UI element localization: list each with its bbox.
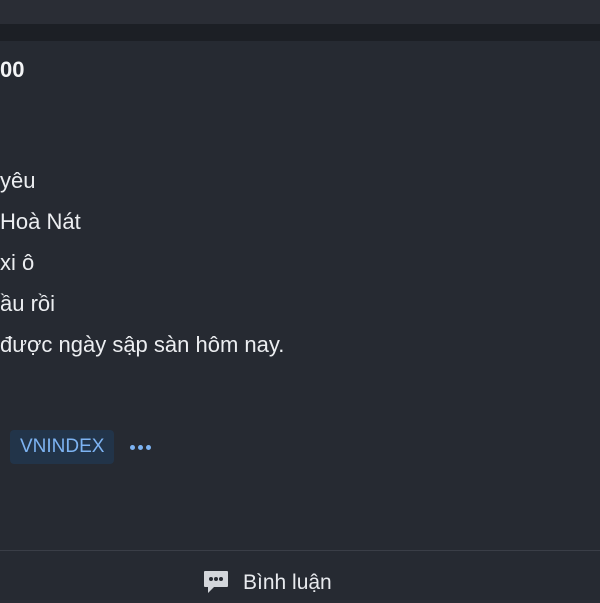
post-line: xi ô — [0, 250, 35, 275]
top-bar — [0, 0, 600, 24]
post-title: 00 — [0, 57, 25, 82]
tag-vnindex[interactable]: VNINDEX — [10, 430, 115, 464]
post-line: được ngày sập sàn hôm nay. — [0, 332, 285, 357]
more-tags-button[interactable] — [130, 430, 152, 464]
header-strip — [0, 24, 600, 41]
action-divider — [0, 550, 600, 551]
post-line: ầu rồi — [0, 291, 56, 316]
post-line: yêu — [0, 168, 36, 193]
ellipsis-icon — [130, 444, 152, 450]
post-line: Hoà Nát — [0, 209, 81, 234]
comment-label: Bình luận — [243, 571, 332, 594]
post-body: yêu Hoà Nát xi ô ầu rồi được ngày sập sà… — [0, 160, 284, 365]
comment-button[interactable]: Bình luận — [203, 568, 332, 598]
comment-bubble-icon — [203, 568, 229, 598]
tag-list: VNINDEX — [10, 430, 152, 464]
